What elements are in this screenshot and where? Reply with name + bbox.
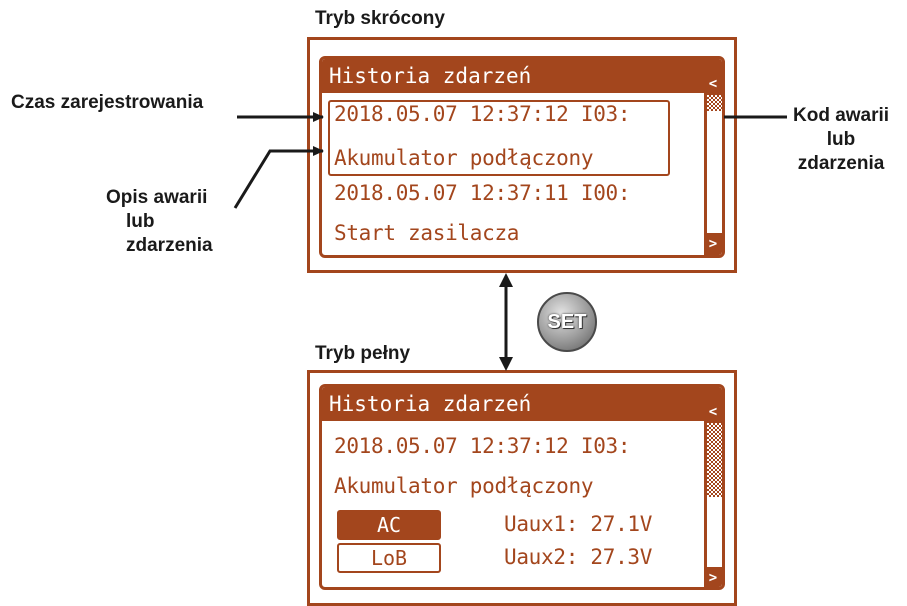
annotation-arrows [233, 112, 787, 371]
fault-description-arrow [233, 146, 324, 209]
set-button[interactable]: SET [537, 292, 597, 352]
